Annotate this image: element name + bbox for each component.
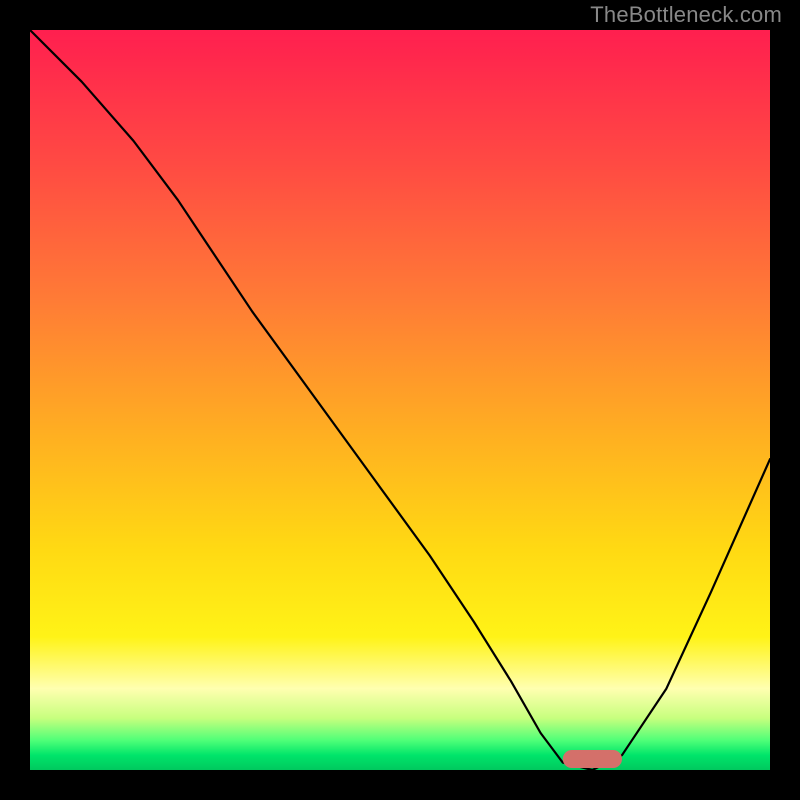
watermark-text: TheBottleneck.com xyxy=(590,2,782,28)
plot-area xyxy=(30,30,770,770)
optimal-range-marker xyxy=(563,750,622,768)
bottleneck-curve xyxy=(30,30,770,770)
curve-layer xyxy=(30,30,770,770)
chart-frame: TheBottleneck.com xyxy=(0,0,800,800)
